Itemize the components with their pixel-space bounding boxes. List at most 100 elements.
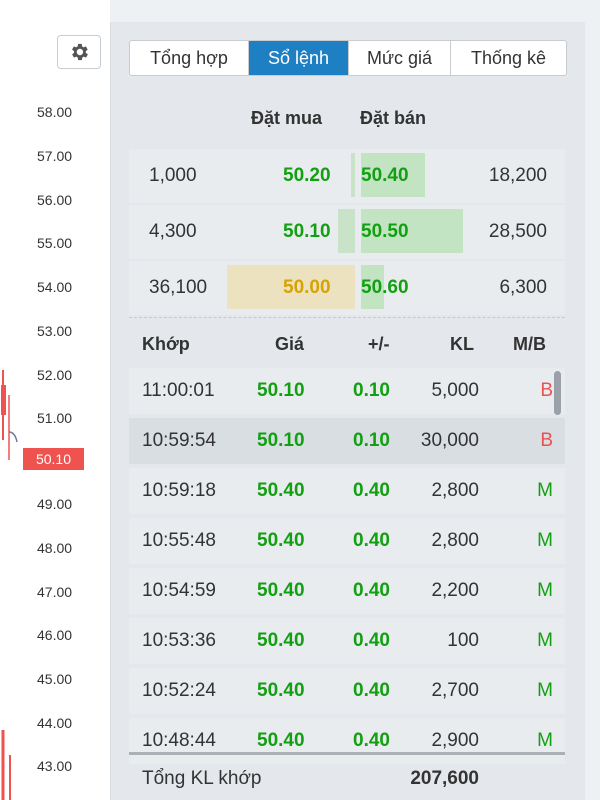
header-time: Khớp bbox=[142, 334, 190, 354]
trade-row[interactable]: 10:55:48 50.40 0.40 2,800 M bbox=[129, 518, 565, 564]
price-axis-label: 53.00 bbox=[37, 323, 73, 339]
trade-volume: 2,900 bbox=[431, 730, 479, 751]
trade-row[interactable]: 10:48:44 50.40 0.40 2,900 M bbox=[129, 718, 565, 764]
trade-row[interactable]: 10:52:24 50.40 0.40 2,700 M bbox=[129, 668, 565, 714]
bid-price: 50.00 bbox=[283, 277, 331, 298]
tab-thong-ke[interactable]: Thống kê bbox=[451, 41, 566, 75]
tab-muc-gia[interactable]: Mức giá bbox=[349, 41, 451, 75]
trade-time: 10:59:18 bbox=[142, 480, 216, 501]
trade-side: B bbox=[540, 380, 553, 401]
current-price-tag: 50.10 bbox=[23, 448, 84, 470]
trade-price: 50.40 bbox=[257, 680, 305, 701]
trade-list-scrollbar[interactable] bbox=[554, 371, 561, 415]
trade-volume: 30,000 bbox=[420, 430, 479, 451]
trade-time: 10:52:24 bbox=[142, 680, 216, 701]
ask-volume: 28,500 bbox=[488, 221, 547, 242]
ask-price: 50.50 bbox=[361, 221, 409, 242]
trade-volume: 2,800 bbox=[431, 480, 479, 501]
trade-time: 10:48:44 bbox=[142, 730, 216, 751]
ask-price: 50.60 bbox=[361, 277, 409, 298]
trade-row[interactable]: 10:59:54 50.10 0.10 30,000 B bbox=[129, 418, 565, 464]
candlestick-fragment bbox=[1, 370, 18, 800]
trade-row[interactable]: 11:00:01 50.10 0.10 5,000 B bbox=[129, 368, 565, 414]
chart-settings-button[interactable] bbox=[57, 35, 101, 69]
price-axis-label: 51.00 bbox=[37, 410, 73, 426]
total-value: 207,600 bbox=[410, 768, 479, 789]
trade-change: 0.10 bbox=[353, 430, 390, 451]
trade-side: M bbox=[537, 480, 553, 501]
ask-volume: 6,300 bbox=[499, 277, 547, 298]
trade-price: 50.40 bbox=[257, 530, 305, 551]
header-change: +/- bbox=[368, 334, 390, 354]
trade-row[interactable]: 10:59:18 50.40 0.40 2,800 M bbox=[129, 468, 565, 514]
trade-side: M bbox=[537, 630, 553, 651]
bid-depth-bar bbox=[338, 209, 355, 253]
price-axis-label: 44.00 bbox=[37, 715, 73, 731]
trade-time: 10:53:36 bbox=[142, 630, 216, 651]
order-panel: Tổng hợp Sổ lệnh Mức giá Thống kê Đặt mu… bbox=[110, 22, 585, 800]
trade-change: 0.40 bbox=[353, 730, 390, 751]
trade-side: M bbox=[537, 730, 553, 751]
total-label: Tổng KL khớp bbox=[142, 768, 262, 789]
tab-tong-hop[interactable]: Tổng hợp bbox=[130, 41, 249, 75]
price-axis-label: 43.00 bbox=[37, 758, 73, 774]
price-axis-label: 46.00 bbox=[37, 627, 73, 643]
section-divider bbox=[129, 317, 565, 318]
price-axis-label: 57.00 bbox=[37, 148, 73, 164]
price-axis-label: 49.00 bbox=[37, 496, 73, 512]
bid-depth-bar bbox=[351, 153, 355, 197]
price-axis-label: 52.00 bbox=[37, 367, 73, 383]
trade-price: 50.10 bbox=[257, 430, 305, 451]
header-side: M/B bbox=[513, 334, 546, 354]
trade-time: 10:59:54 bbox=[142, 430, 216, 451]
trade-side: M bbox=[537, 530, 553, 551]
price-axis-label: 58.00 bbox=[37, 104, 73, 120]
trade-volume: 2,200 bbox=[431, 580, 479, 601]
header-volume: KL bbox=[450, 334, 474, 354]
trade-change: 0.40 bbox=[353, 630, 390, 651]
trade-price: 50.40 bbox=[257, 580, 305, 601]
trade-price: 50.10 bbox=[257, 380, 305, 401]
price-axis-label: 56.00 bbox=[37, 192, 73, 208]
header-price: Giá bbox=[275, 334, 305, 354]
trade-price: 50.40 bbox=[257, 480, 305, 501]
trade-change: 0.40 bbox=[353, 580, 390, 601]
ask-price: 50.40 bbox=[361, 165, 409, 186]
ask-header: Đặt bán bbox=[360, 108, 427, 128]
bid-price: 50.20 bbox=[283, 165, 331, 186]
orderbook-row[interactable]: 1,000 50.20 50.40 18,200 bbox=[129, 149, 565, 203]
trade-change: 0.10 bbox=[353, 380, 390, 401]
trade-volume: 2,800 bbox=[431, 530, 479, 551]
price-axis-label: 55.00 bbox=[37, 235, 73, 251]
orderbook-row[interactable]: 4,300 50.10 50.50 28,500 bbox=[129, 205, 565, 259]
price-axis-label: 47.00 bbox=[37, 584, 73, 600]
trade-volume: 100 bbox=[447, 630, 479, 651]
tab-so-lenh[interactable]: Sổ lệnh bbox=[249, 41, 349, 75]
bid-volume: 4,300 bbox=[149, 221, 197, 242]
panel-tabs: Tổng hợp Sổ lệnh Mức giá Thống kê bbox=[129, 40, 567, 76]
trade-volume: 5,000 bbox=[431, 380, 479, 401]
price-axis-label: 48.00 bbox=[37, 540, 73, 556]
trade-change: 0.40 bbox=[353, 480, 390, 501]
trade-time: 10:55:48 bbox=[142, 530, 216, 551]
orderbook-row[interactable]: 36,100 50.00 50.60 6,300 bbox=[129, 261, 565, 315]
trade-time: 10:54:59 bbox=[142, 580, 216, 601]
trade-price: 50.40 bbox=[257, 730, 305, 751]
price-chart[interactable]: 58.00 57.00 56.00 55.00 54.00 53.00 52.00 51.00… bbox=[0, 0, 110, 800]
ask-volume: 18,200 bbox=[488, 165, 547, 186]
bid-volume: 1,000 bbox=[149, 165, 197, 186]
trade-row[interactable]: 10:54:59 50.40 0.40 2,200 M bbox=[129, 568, 565, 614]
trade-change: 0.40 bbox=[353, 680, 390, 701]
total-divider bbox=[129, 752, 565, 755]
trade-side: M bbox=[537, 580, 553, 601]
trade-time: 11:00:01 bbox=[142, 380, 215, 401]
trade-change: 0.40 bbox=[353, 530, 390, 551]
bid-price: 50.10 bbox=[283, 221, 331, 242]
trade-price: 50.40 bbox=[257, 630, 305, 651]
trade-side: M bbox=[537, 680, 553, 701]
bid-volume: 36,100 bbox=[149, 277, 208, 298]
bid-header: Đặt mua bbox=[251, 108, 323, 128]
trade-row[interactable]: 10:53:36 50.40 0.40 100 M bbox=[129, 618, 565, 664]
price-axis-label: 45.00 bbox=[37, 671, 73, 687]
trade-volume: 2,700 bbox=[431, 680, 479, 701]
